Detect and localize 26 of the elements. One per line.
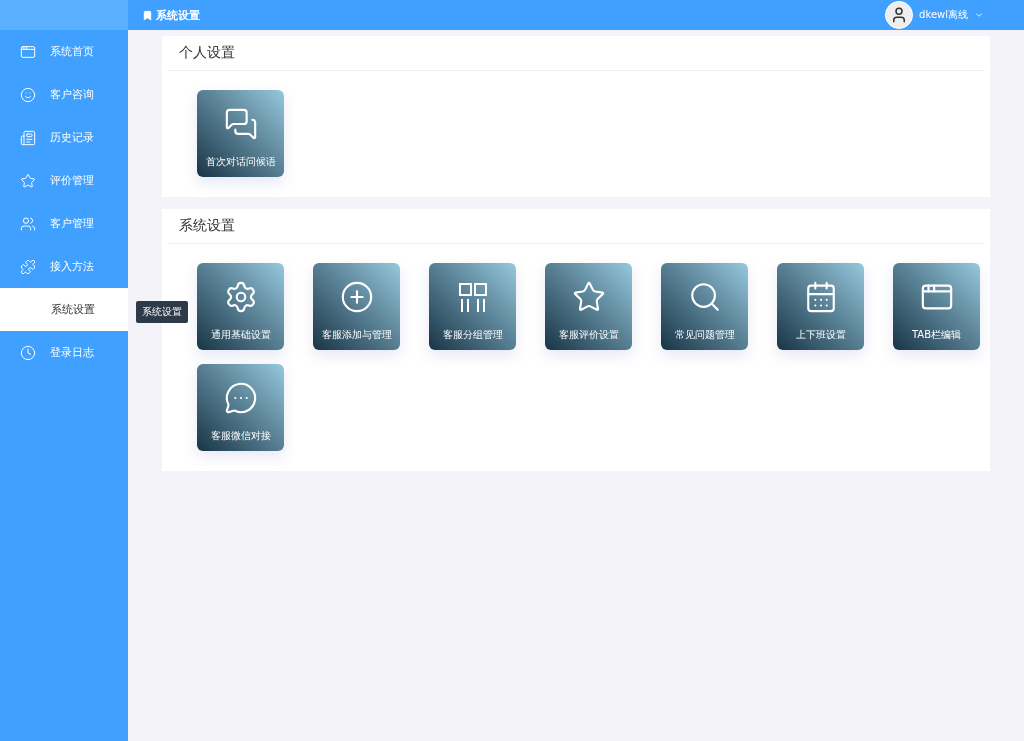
settings-tile[interactable]: 客服分组管理 [429, 263, 516, 350]
caret-icon[interactable] [974, 10, 984, 20]
smiley-icon [20, 86, 36, 103]
card-title: 个人设置 [167, 36, 985, 71]
chat-bubbles-icon [223, 107, 258, 141]
newspaper-icon [20, 129, 36, 146]
plus-circle-icon [339, 280, 374, 314]
users-icon [20, 215, 36, 232]
tooltip: 系统设置 [136, 301, 188, 323]
settings-tile[interactable]: 客服评价设置 [545, 263, 632, 350]
card-title: 系统设置 [167, 209, 985, 244]
window-icon [20, 43, 36, 60]
page-title: 系统设置 [142, 7, 200, 23]
settings-tile[interactable]: 上下班设置 [777, 263, 864, 350]
settings-tile[interactable]: TAB栏编辑 [893, 263, 980, 350]
star-icon [571, 280, 606, 314]
puzzle-icon [20, 258, 36, 275]
settings-tile[interactable]: 常见问题管理 [661, 263, 748, 350]
grid-icon [456, 282, 489, 314]
settings-tile[interactable]: 客服添加与管理 [313, 263, 400, 350]
settings-tile[interactable]: 首次对话问候语 [197, 90, 284, 177]
settings-tile[interactable]: 客服微信对接 [197, 364, 284, 451]
star-icon [20, 172, 36, 189]
clock-icon [20, 344, 36, 361]
settings-tile[interactable]: 通用基础设置 [197, 263, 284, 350]
bookmark-icon [142, 9, 153, 21]
